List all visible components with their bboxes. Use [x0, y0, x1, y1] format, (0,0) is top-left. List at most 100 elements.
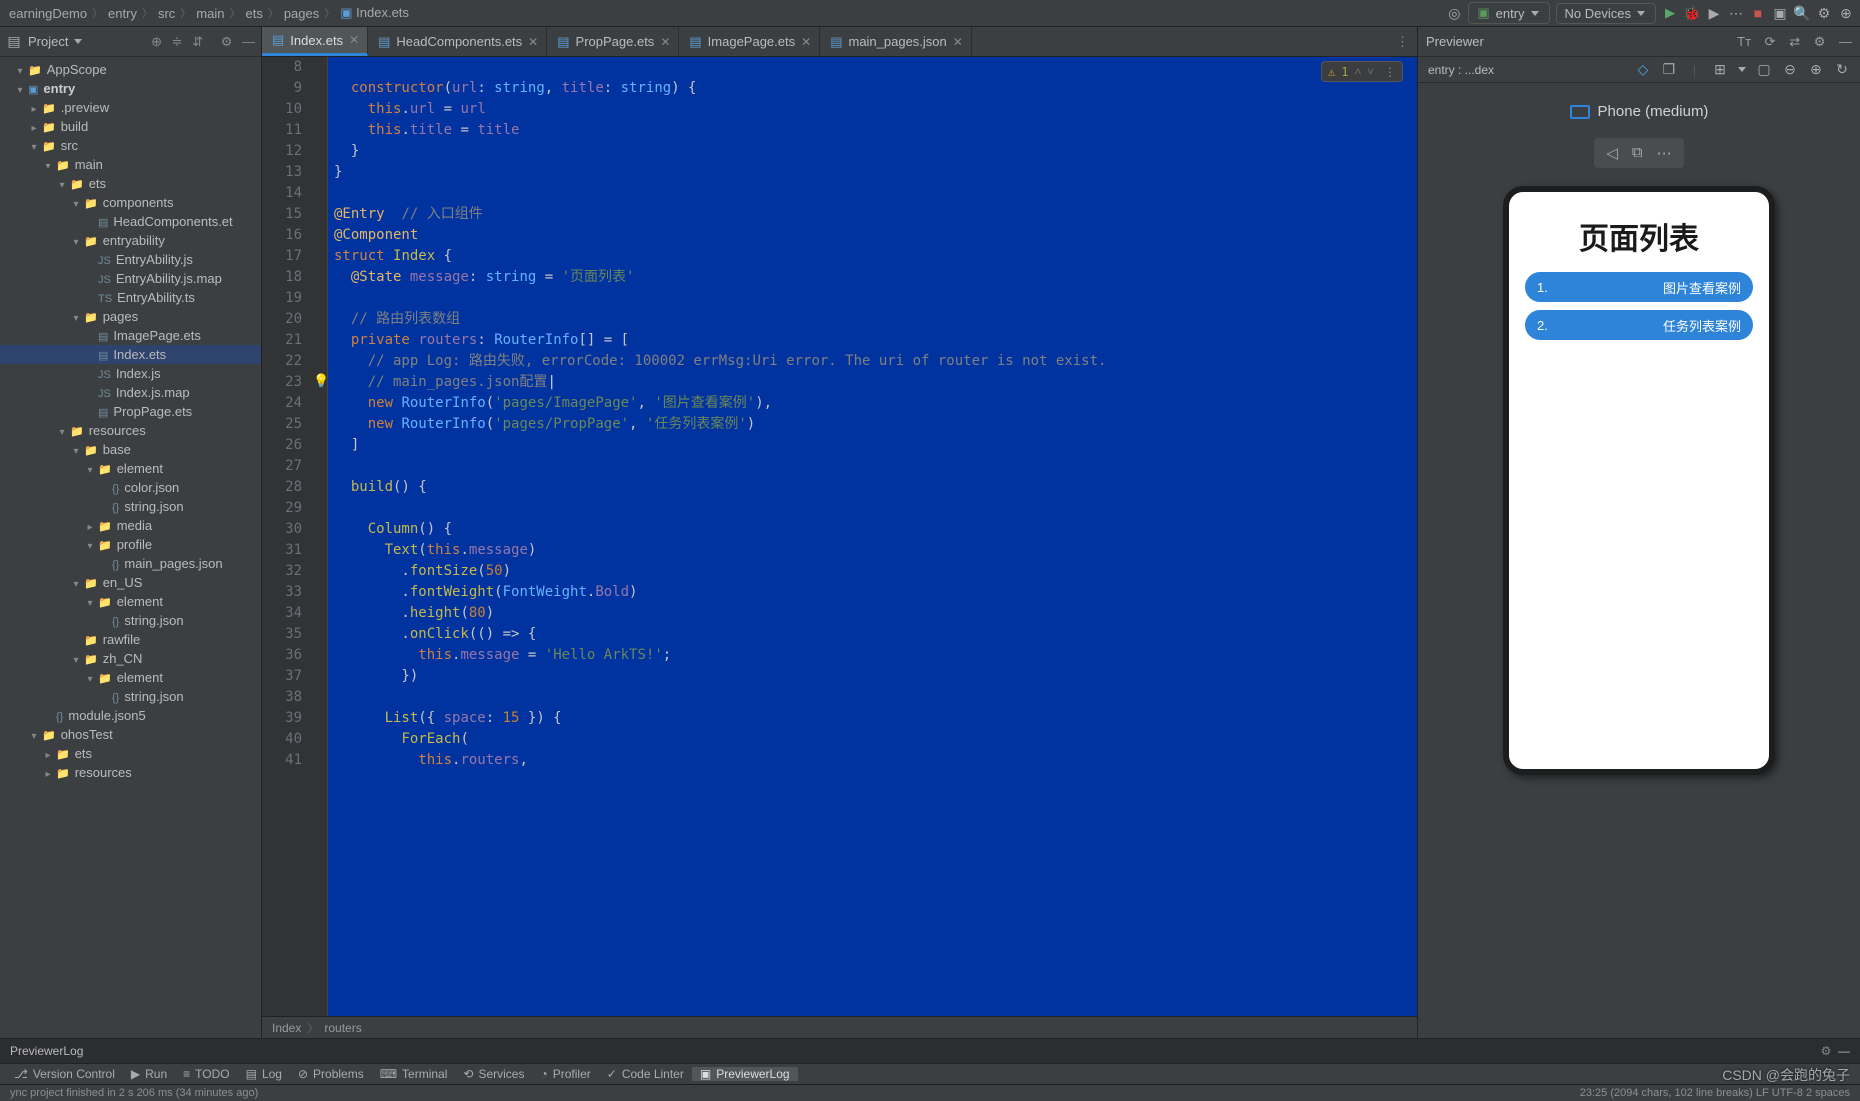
refresh-icon[interactable]: ⟳: [1765, 34, 1776, 49]
close-icon[interactable]: ✕: [528, 35, 538, 49]
bottom-tab-log[interactable]: ▤Log: [238, 1067, 290, 1081]
hide-icon[interactable]: —: [1839, 34, 1852, 49]
font-icon[interactable]: Tт: [1737, 34, 1751, 49]
log-panel-header[interactable]: PreviewerLog ⚙ —: [0, 1038, 1860, 1063]
editor-tab[interactable]: ▤PropPage.ets✕: [547, 27, 679, 56]
tree-file[interactable]: {}string.json: [0, 611, 261, 630]
orientation-icon[interactable]: ⧉: [1632, 144, 1643, 162]
close-icon[interactable]: ✕: [660, 35, 670, 49]
editor-tab[interactable]: ▤ImagePage.ets✕: [679, 27, 820, 56]
tab-overflow-icon[interactable]: ⋮: [1388, 27, 1417, 56]
close-icon[interactable]: ✕: [801, 35, 811, 49]
tree-folder[interactable]: ▸📁media: [0, 516, 261, 535]
more-icon[interactable]: ⋯: [1657, 144, 1672, 162]
chevron-down-icon[interactable]: [1738, 67, 1746, 72]
tree-file[interactable]: {}string.json: [0, 497, 261, 516]
tree-folder[interactable]: ▾📁element: [0, 459, 261, 478]
tree-file[interactable]: JSIndex.js: [0, 364, 261, 383]
layers-icon[interactable]: ❐: [1661, 62, 1677, 78]
tree-file[interactable]: JSEntryAbility.js.map: [0, 269, 261, 288]
bottom-tab-services[interactable]: ⟲Services: [455, 1067, 532, 1081]
hide-icon[interactable]: —: [242, 34, 255, 49]
bottom-tab-problems[interactable]: ⊘Problems: [290, 1067, 372, 1081]
bottom-tab-version-control[interactable]: ⎇Version Control: [6, 1067, 123, 1081]
fit-icon[interactable]: ▢: [1756, 62, 1772, 78]
breadcrumb-item[interactable]: main: [193, 6, 227, 21]
target-icon[interactable]: ◎: [1446, 5, 1462, 21]
breadcrumb-item[interactable]: src: [155, 6, 178, 21]
device-select[interactable]: No Devices: [1556, 3, 1656, 24]
preview-list-item[interactable]: 1.图片查看案例: [1525, 272, 1753, 302]
stop-icon[interactable]: ■: [1750, 5, 1766, 21]
locate-icon[interactable]: ⊕: [151, 34, 162, 49]
breadcrumb-item[interactable]: entry: [105, 6, 140, 21]
tree-folder[interactable]: ▾📁main: [0, 155, 261, 174]
search-icon[interactable]: 🔍: [1794, 5, 1810, 21]
tree-file[interactable]: {}module.json5: [0, 706, 261, 725]
debug-icon[interactable]: 🐞: [1684, 5, 1700, 21]
tree-folder[interactable]: ▾📁resources: [0, 421, 261, 440]
breadcrumb-item[interactable]: earningDemo: [6, 6, 90, 21]
zoom-in-icon[interactable]: ⊕: [1808, 62, 1824, 78]
editor-breadcrumb[interactable]: Index〉routers: [262, 1016, 1417, 1038]
tree-folder[interactable]: ▾▣entry: [0, 79, 261, 98]
tree-folder[interactable]: ▾📁ohosTest: [0, 725, 261, 744]
zoom-out-icon[interactable]: ⊖: [1782, 62, 1798, 78]
breadcrumb-item[interactable]: ▣ Index.ets: [337, 5, 412, 21]
tree-folder[interactable]: ▾📁element: [0, 668, 261, 687]
attach-icon[interactable]: ⋯: [1728, 5, 1744, 21]
settings-icon[interactable]: ⚙: [1816, 5, 1832, 21]
tree-folder[interactable]: ▸📁build: [0, 117, 261, 136]
tree-file[interactable]: {}color.json: [0, 478, 261, 497]
tree-file[interactable]: TSEntryAbility.ts: [0, 288, 261, 307]
collapse-icon[interactable]: ⇵: [192, 34, 203, 49]
tree-folder[interactable]: ▾📁pages: [0, 307, 261, 326]
preview-entry[interactable]: entry : ...dex: [1428, 63, 1494, 77]
intention-bulb-icon[interactable]: 💡: [313, 374, 329, 389]
close-icon[interactable]: ✕: [349, 33, 359, 47]
tree-file[interactable]: {}string.json: [0, 687, 261, 706]
tree-folder[interactable]: ▸📁resources: [0, 763, 261, 782]
tree-folder[interactable]: ▾📁profile: [0, 535, 261, 554]
close-icon[interactable]: ✕: [953, 35, 963, 49]
line-gutter[interactable]: 8 9 10 11 12 13 14 15 16 17 18 19 20 21 …: [262, 57, 314, 1016]
expand-icon[interactable]: ≑: [172, 34, 183, 49]
tree-folder[interactable]: ▾📁entryability: [0, 231, 261, 250]
tree-file[interactable]: ▤ImagePage.ets: [0, 326, 261, 345]
tree-file[interactable]: JSIndex.js.map: [0, 383, 261, 402]
tree-folder[interactable]: ▸📁ets: [0, 744, 261, 763]
grid-icon[interactable]: ⊞: [1712, 62, 1728, 78]
breadcrumb-item[interactable]: ets: [242, 6, 265, 21]
hide-icon[interactable]: —: [1838, 1044, 1850, 1058]
preview-list-item[interactable]: 2.任务列表案例: [1525, 310, 1753, 340]
tree-file[interactable]: 📁rawfile: [0, 630, 261, 649]
bottom-tab-run[interactable]: ▶Run: [123, 1067, 175, 1081]
coverage-icon[interactable]: ▶: [1706, 5, 1722, 21]
tree-folder[interactable]: ▾📁element: [0, 592, 261, 611]
bottom-tab-todo[interactable]: ≡TODO: [175, 1067, 237, 1081]
inspect-icon[interactable]: ◇: [1635, 62, 1651, 78]
tree-folder[interactable]: ▾📁base: [0, 440, 261, 459]
project-tree[interactable]: ▾📁AppScope▾▣entry▸📁.preview▸📁build▾📁src▾…: [0, 57, 261, 782]
gear-icon[interactable]: ⚙: [221, 34, 233, 49]
run-icon[interactable]: ▶: [1662, 5, 1678, 21]
project-view-icon[interactable]: ▤: [6, 34, 22, 50]
more-icon[interactable]: ⊕: [1838, 5, 1854, 21]
tree-folder[interactable]: ▾📁components: [0, 193, 261, 212]
bottom-tab-terminal[interactable]: ⌨Terminal: [372, 1067, 456, 1081]
tree-folder[interactable]: ▾📁zh_CN: [0, 649, 261, 668]
tree-file[interactable]: ▤HeadComponents.et: [0, 212, 261, 231]
editor-tab[interactable]: ▤Index.ets✕: [262, 27, 368, 56]
breadcrumb-item[interactable]: pages: [281, 6, 322, 21]
tree-folder[interactable]: ▾📁ets: [0, 174, 261, 193]
tree-folder[interactable]: ▾📁src: [0, 136, 261, 155]
gear-icon[interactable]: ⚙: [1814, 34, 1826, 49]
inspection-widget[interactable]: ⚠1 ˄˅ ⋮: [1321, 61, 1403, 82]
tree-folder[interactable]: ▾📁AppScope: [0, 60, 261, 79]
tree-file[interactable]: ▤Index.ets: [0, 345, 261, 364]
gear-icon[interactable]: ⚙: [1821, 1044, 1832, 1058]
back-icon[interactable]: ◁: [1606, 144, 1618, 162]
phone-preview[interactable]: 页面列表 1.图片查看案例2.任务列表案例: [1503, 186, 1775, 775]
chevron-down-icon[interactable]: [74, 39, 82, 44]
editor-tab[interactable]: ▤HeadComponents.ets✕: [368, 27, 547, 56]
